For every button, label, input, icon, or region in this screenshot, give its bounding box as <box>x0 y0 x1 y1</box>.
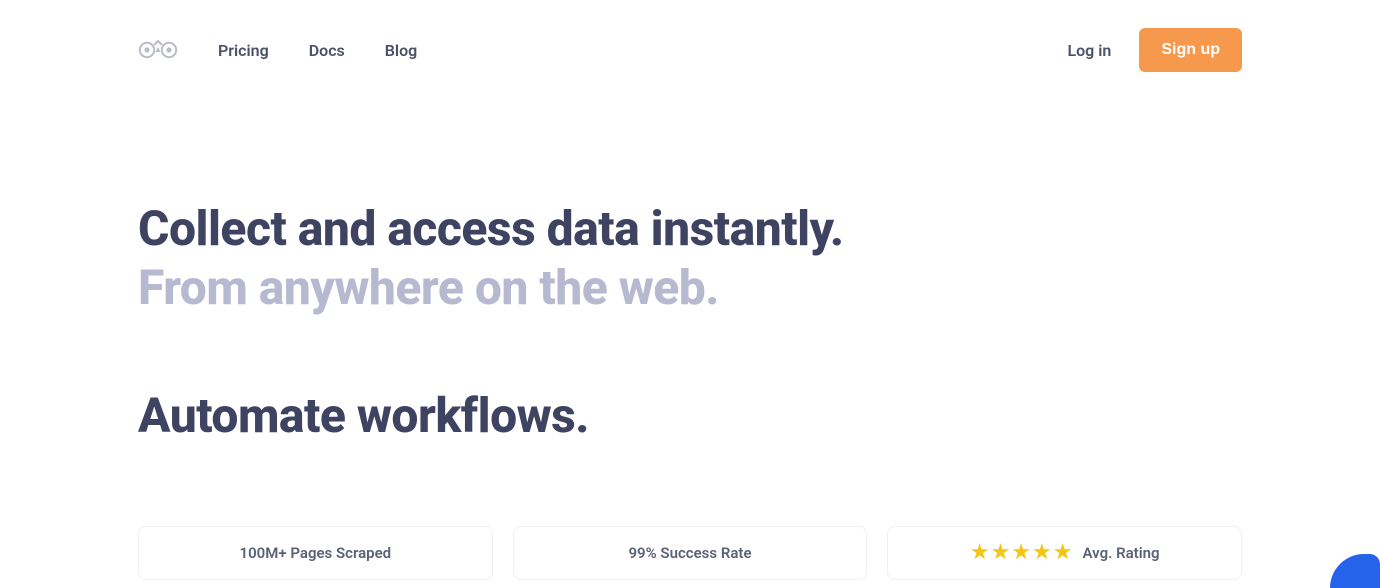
hero-headline-line2: From anywhere on the web. <box>138 259 719 316</box>
stats-row: 100M+ Pages Scraped 99% Success Rate ★ ★… <box>138 526 1242 580</box>
hero-headline-line1: Collect and access data instantly. <box>138 200 844 257</box>
rating-stars: ★ ★ ★ ★ ★ <box>970 542 1073 564</box>
star-icon: ★ <box>1053 542 1073 564</box>
stat-card-success: 99% Success Rate <box>513 526 868 580</box>
owl-logo-icon <box>138 39 178 61</box>
login-link[interactable]: Log in <box>1067 41 1111 60</box>
signup-button[interactable]: Sign up <box>1139 28 1242 72</box>
star-icon: ★ <box>1011 542 1031 564</box>
hero-headline: Collect and access data instantly. From … <box>138 200 1242 317</box>
star-icon: ★ <box>991 542 1011 564</box>
stat-rating-text: Avg. Rating <box>1083 544 1160 562</box>
header-left: Pricing Docs Blog <box>138 39 417 61</box>
star-icon: ★ <box>970 542 990 564</box>
stat-success-text: 99% Success Rate <box>628 544 751 562</box>
header-right: Log in Sign up <box>1067 28 1242 72</box>
chat-widget-button[interactable] <box>1330 554 1380 588</box>
main-nav: Pricing Docs Blog <box>218 41 417 60</box>
logo[interactable] <box>138 39 178 61</box>
star-icon: ★ <box>1032 542 1052 564</box>
stat-pages-text: 100M+ Pages Scraped <box>240 544 392 562</box>
stat-card-pages: 100M+ Pages Scraped <box>138 526 493 580</box>
nav-docs[interactable]: Docs <box>309 41 345 60</box>
nav-pricing[interactable]: Pricing <box>218 41 269 60</box>
header: Pricing Docs Blog Log in Sign up <box>138 0 1242 92</box>
nav-blog[interactable]: Blog <box>385 41 417 60</box>
hero-subheadline: Automate workflows. <box>138 387 1242 446</box>
stat-card-rating: ★ ★ ★ ★ ★ Avg. Rating <box>887 526 1242 580</box>
hero-section: Collect and access data instantly. From … <box>138 92 1242 446</box>
